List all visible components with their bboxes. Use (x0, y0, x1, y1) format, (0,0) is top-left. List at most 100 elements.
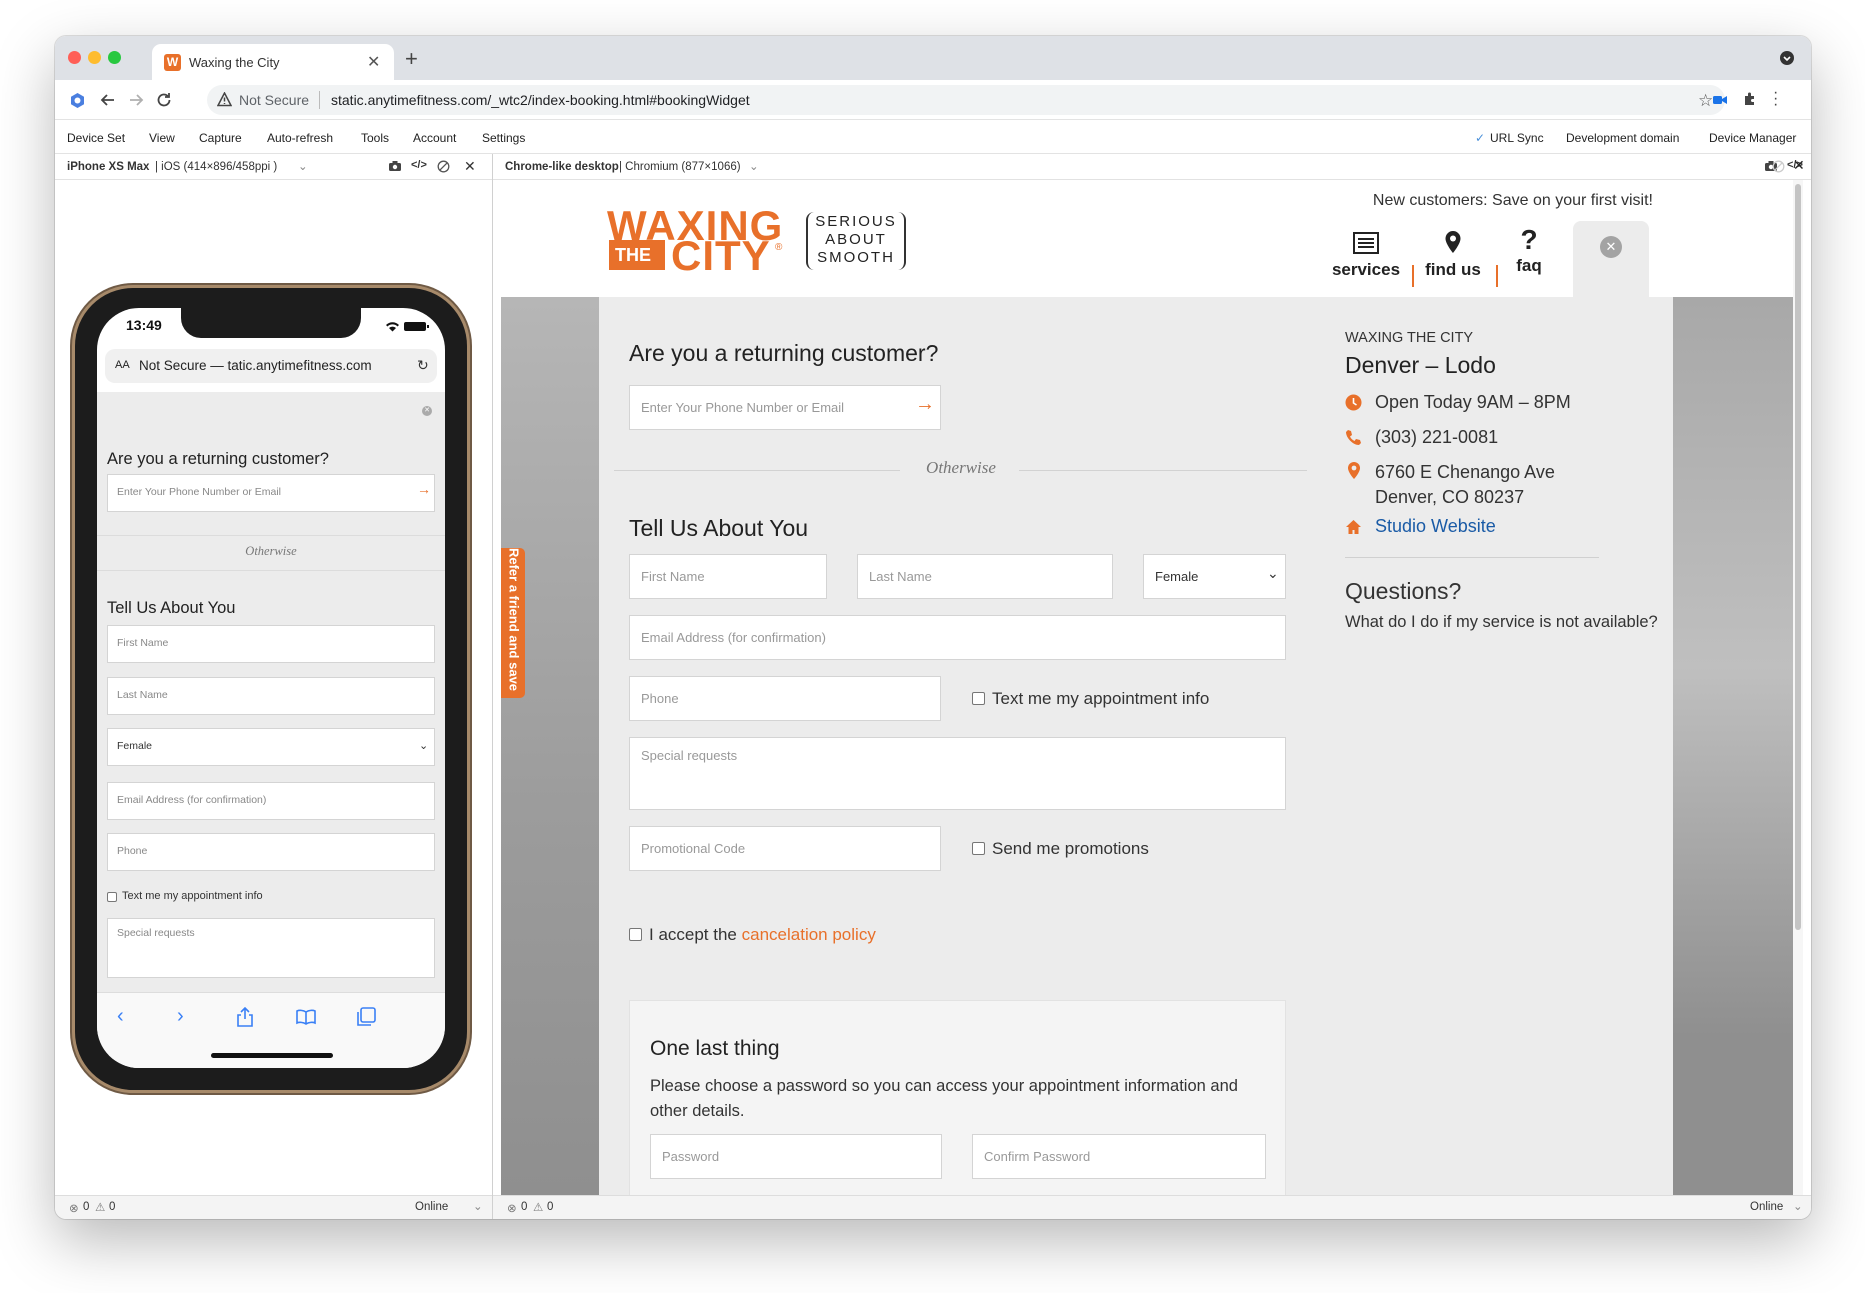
puzzle-extension-icon[interactable] (1742, 91, 1758, 107)
close-pane-icon[interactable]: ✕ (1793, 157, 1805, 174)
device-manager-button[interactable]: Device Manager (1709, 131, 1796, 145)
menu-tools[interactable]: Tools (361, 131, 389, 145)
back-icon[interactable] (99, 91, 117, 109)
studio-website-link[interactable]: Studio Website (1375, 516, 1496, 537)
browser-tab[interactable]: W Waxing the City ✕ (152, 44, 394, 80)
nav-find-us[interactable]: find us (1418, 180, 1488, 280)
phone-tell-us-heading: Tell Us About You (107, 599, 236, 617)
phone-share-icon[interactable] (237, 1007, 253, 1027)
close-window-button[interactable] (68, 51, 81, 64)
site-scrollbar[interactable] (1793, 180, 1803, 1195)
accept-policy-checkbox[interactable] (629, 928, 642, 941)
bookmark-star-icon[interactable]: ☆ (1698, 91, 1713, 111)
desktop-pane-footer: ⊗ 0 ⚠ 0 Online ⌄ (493, 1195, 1811, 1219)
returning-lookup-input[interactable]: Enter Your Phone Number or Email (629, 385, 941, 430)
refer-friend-tab[interactable]: Refer a friend and save (501, 548, 525, 698)
chevron-down-icon[interactable]: ⌄ (298, 159, 308, 173)
send-promos-checkbox[interactable] (972, 842, 985, 855)
phone-returning-heading: Are you a returning customer? (107, 450, 329, 468)
studio-phone[interactable]: (303) 221-0081 (1375, 427, 1498, 448)
phone-close-icon[interactable]: ✕ (422, 406, 432, 416)
error-count: 0 (521, 1201, 528, 1213)
first-name-input[interactable]: First Name (629, 554, 827, 599)
phone-reload-icon[interactable]: ↻ (417, 357, 429, 374)
url-text[interactable]: static.anytimefitness.com/_wtc2/index-bo… (331, 92, 750, 108)
logo-city: CITY (671, 232, 771, 279)
confirm-password-input[interactable]: Confirm Password (972, 1134, 1266, 1179)
new-tab-button[interactable]: + (405, 46, 418, 72)
phone-special-requests-input[interactable]: Special requests (107, 918, 435, 978)
questions-link[interactable]: What do I do if my service is not availa… (1345, 613, 1658, 632)
phone-email-input[interactable]: Email Address (for confirmation) (107, 782, 435, 820)
special-requests-textarea[interactable]: Special requests (629, 737, 1286, 810)
phone-back-icon[interactable]: ‹ (117, 1005, 124, 1028)
phone-lookup-arrow-icon[interactable]: → (417, 481, 431, 497)
cancelation-policy-link[interactable]: cancelation policy (742, 925, 876, 944)
phone-first-name-input[interactable]: First Name (107, 625, 435, 663)
zoom-window-button[interactable] (108, 51, 121, 64)
desktop-device-name[interactable]: Chrome-like desktop (505, 161, 619, 173)
minimize-window-button[interactable] (88, 51, 101, 64)
gender-chevron-down-icon[interactable]: ⌄ (1267, 565, 1279, 582)
error-icon: ⊗ (69, 1203, 79, 1215)
close-tab-icon[interactable]: ✕ (367, 52, 380, 72)
email-input[interactable]: Email Address (for confirmation) (629, 615, 1286, 660)
close-pane-icon[interactable]: ✕ (464, 158, 476, 175)
close-tab-area: ✕ (1573, 221, 1649, 297)
chrome-menu-icon[interactable]: · · · (1773, 85, 1778, 113)
tab-search-icon[interactable] (1780, 51, 1794, 65)
phone-lookup-input[interactable]: Enter Your Phone Number or Email (107, 474, 435, 512)
site-scrollbar-thumb[interactable] (1795, 184, 1801, 930)
browser-window: W Waxing the City ✕ + Not Secure static.… (55, 36, 1811, 1219)
chevron-down-icon[interactable]: ⌄ (473, 1199, 483, 1213)
phone-gender-select[interactable]: Female (107, 728, 435, 766)
phone-last-name-input[interactable]: Last Name (107, 677, 435, 715)
password-input[interactable]: Password (650, 1134, 942, 1179)
phone-phone-input[interactable]: Phone (107, 833, 435, 871)
reload-icon[interactable] (155, 91, 173, 109)
phone-bookmarks-icon[interactable] (296, 1009, 316, 1025)
development-domain-button[interactable]: Development domain (1566, 131, 1679, 145)
pane-splitter[interactable] (492, 154, 493, 1219)
phone-address-text[interactable]: Not Secure — tatic.anytimefitness.com (139, 358, 372, 373)
menu-auto-refresh[interactable]: Auto-refresh (267, 131, 333, 145)
menu-account[interactable]: Account (413, 131, 456, 145)
menu-settings[interactable]: Settings (482, 131, 525, 145)
url-sync-toggle[interactable]: URL Sync (1490, 131, 1544, 145)
phone-aa-button[interactable]: AA (115, 359, 130, 371)
rotate-disable-icon[interactable] (1772, 160, 1785, 173)
phone-text-me-checkbox[interactable] (107, 892, 117, 902)
screenshot-camera-icon[interactable] (388, 160, 402, 172)
menu-capture[interactable]: Capture (199, 131, 242, 145)
warning-icon: ⚠ (533, 1202, 544, 1214)
studio-address-line-2: Denver, CO 80237 (1375, 487, 1525, 507)
warning-count: 0 (109, 1201, 116, 1213)
rotate-disable-icon[interactable] (437, 160, 450, 173)
phone-input[interactable]: Phone (629, 676, 941, 721)
phone-select-chevron-icon[interactable]: ⌄ (419, 739, 428, 752)
video-extension-icon[interactable] (1712, 93, 1728, 107)
chevron-down-icon[interactable]: ⌄ (749, 159, 759, 173)
forward-icon[interactable] (127, 91, 145, 109)
close-booking-icon[interactable]: ✕ (1600, 236, 1622, 258)
promo-code-input[interactable]: Promotional Code (629, 826, 941, 871)
last-name-input[interactable]: Last Name (857, 554, 1113, 599)
chevron-down-icon[interactable]: ⌄ (1793, 1199, 1803, 1213)
network-select[interactable]: Online (1750, 1201, 1783, 1213)
phone-address-bar[interactable]: AA Not Secure — tatic.anytimefitness.com… (105, 349, 437, 383)
devtools-code-icon[interactable]: </> (411, 159, 427, 171)
gender-select[interactable]: Female (1143, 554, 1286, 599)
nav-services[interactable]: services (1331, 180, 1401, 280)
phone-forward-icon[interactable]: › (177, 1005, 184, 1028)
menu-device-set[interactable]: Device Set (67, 131, 125, 145)
extension-hexagon-icon[interactable] (69, 92, 86, 109)
nav-faq[interactable]: ? faq (1504, 180, 1554, 276)
phone-device-name[interactable]: iPhone XS Max (67, 161, 149, 173)
lookup-arrow-icon[interactable]: → (915, 393, 935, 416)
address-bar[interactable]: Not Secure static.anytimefitness.com/_wt… (207, 85, 1725, 115)
menu-view[interactable]: View (149, 131, 175, 145)
check-icon: ✓ (1475, 131, 1486, 145)
network-select[interactable]: Online (415, 1201, 448, 1213)
text-me-checkbox[interactable] (972, 692, 985, 705)
phone-tabs-icon[interactable] (356, 1007, 376, 1027)
